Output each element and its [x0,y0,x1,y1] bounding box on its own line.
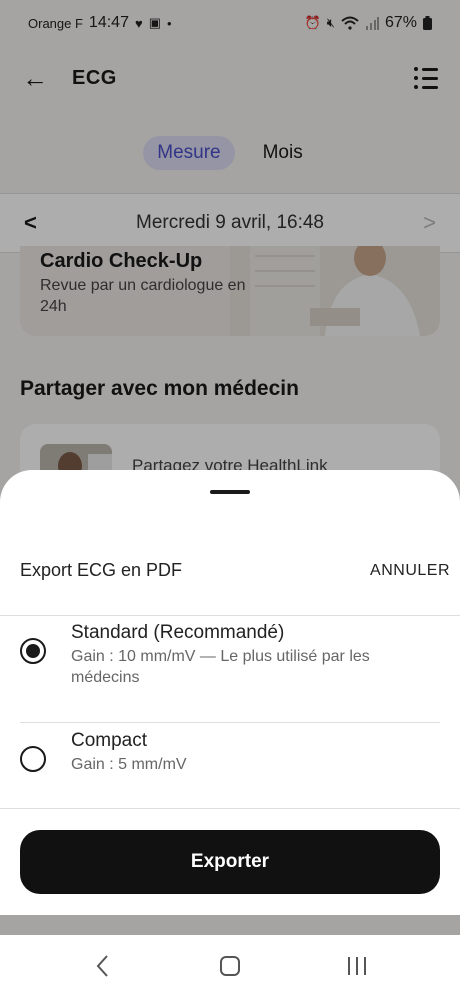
export-bottom-sheet: Export ECG en PDF ANNULER Standard (Reco… [0,470,460,915]
divider [20,722,440,723]
cancel-button[interactable]: ANNULER [370,562,450,580]
option-description: Gain : 5 mm/mV [71,756,187,773]
nav-back-icon[interactable] [83,946,123,986]
option-description: Gain : 10 mm/mV — Le plus utilisé par le… [71,648,370,686]
option-standard-text: Standard (Recommandé) Gain : 10 mm/mV — … [71,622,440,688]
option-title: Compact [71,730,148,751]
option-title: Standard (Recommandé) [71,622,285,643]
sheet-title: Export ECG en PDF [20,560,183,580]
radio-unselected-icon[interactable] [20,746,46,772]
sheet-drag-handle[interactable] [210,490,250,494]
system-navigation-bar [0,935,460,997]
sheet-header: Export ECG en PDF ANNULER [20,560,450,581]
option-compact-text: Compact Gain : 5 mm/mV [71,730,187,775]
export-button[interactable]: Exporter [20,830,440,894]
option-compact[interactable]: Compact Gain : 5 mm/mV [20,730,440,775]
radio-selected-icon[interactable] [20,638,46,664]
divider [0,808,460,809]
nav-recents-icon[interactable] [337,946,377,986]
nav-home-icon[interactable] [210,946,250,986]
divider [0,615,460,616]
option-standard[interactable]: Standard (Recommandé) Gain : 10 mm/mV — … [20,622,440,688]
